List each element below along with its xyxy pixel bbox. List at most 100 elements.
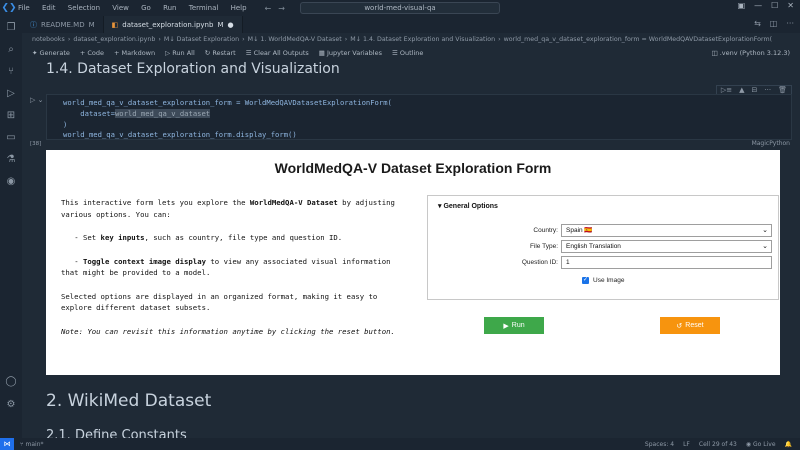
question-id-input[interactable]: 1 — [561, 256, 772, 269]
filetype-label: File Type: — [529, 243, 558, 250]
command-center-search[interactable]: world-med-visual-qa — [300, 2, 500, 14]
back-arrow-icon[interactable]: ← — [265, 4, 272, 13]
execute-above-icon[interactable]: ▲ — [739, 86, 744, 94]
tab-readme[interactable]: ⓘ README.MD M — [22, 16, 104, 33]
breadcrumb-item[interactable]: M↓ 1. WorldMedQA-V Dataset — [248, 36, 342, 43]
panel-title[interactable]: ▾ General Options — [438, 202, 498, 210]
country-row: Country: Spain 🇪🇸 ⌄ — [428, 224, 780, 237]
breadcrumb: notebooks › dataset_exploration.ipynb › M↓… — [32, 36, 773, 43]
go-live-button[interactable]: ◉ Go Live — [746, 441, 776, 448]
branch-indicator[interactable]: ⑂ main* — [20, 441, 44, 448]
reset-icon: ↺ — [676, 322, 683, 330]
cell-language[interactable]: MagicPython — [752, 140, 790, 147]
cell-output: WorldMedQA-V Dataset Exploration Form Th… — [46, 150, 780, 375]
run-all-button[interactable]: ▷ Run All — [165, 49, 195, 57]
use-image-checkbox[interactable]: ✓ Use Image — [582, 277, 624, 284]
menu-file[interactable]: File — [18, 4, 30, 12]
notifications-bell-icon[interactable]: 🔔 — [785, 441, 792, 448]
explorer-icon[interactable]: ❐ — [7, 22, 16, 33]
generate-button[interactable]: ✦ Generate — [32, 49, 70, 57]
jupyter-variables-button[interactable]: ▦ Jupyter Variables — [319, 49, 382, 57]
compare-icon[interactable]: ⇆ — [754, 19, 761, 28]
account-icon[interactable]: ◯ — [5, 376, 16, 387]
breadcrumb-item[interactable]: dataset_exploration.ipynb — [73, 36, 155, 43]
title-bar: ❮❯ File Edit Selection View Go Run Termi… — [0, 0, 800, 16]
forward-arrow-icon[interactable]: → — [278, 4, 285, 13]
country-select[interactable]: Spain 🇪🇸 ⌄ — [561, 224, 772, 237]
caret-down-icon: ▾ — [438, 203, 442, 210]
run-button[interactable]: ▶ Run — [484, 317, 544, 334]
breadcrumb-item[interactable]: M↓ 1.4. Dataset Exploration and Visualiz… — [350, 36, 495, 43]
country-label: Country: — [533, 227, 558, 234]
restart-button[interactable]: ↻ Restart — [205, 49, 236, 57]
code-editor[interactable]: world_med_qa_v_dataset_exploration_form … — [63, 98, 392, 141]
status-bar: ⋈ ⑂ main* Spaces: 4 LF Cell 29 of 43 ◉ G… — [0, 438, 800, 450]
breadcrumb-item[interactable]: notebooks — [32, 36, 65, 43]
form-description: This interactive form lets you explore t… — [61, 197, 406, 349]
clear-outputs-button[interactable]: ☰ Clear All Outputs — [246, 49, 309, 57]
menu-help[interactable]: Help — [231, 4, 247, 12]
menu-terminal[interactable]: Terminal — [189, 4, 219, 12]
close-tab-icon[interactable]: ● — [228, 21, 234, 29]
close-icon[interactable]: ✕ — [787, 1, 794, 10]
split-cell-icon[interactable]: ⊟ — [752, 86, 758, 94]
more-actions-icon[interactable]: ··· — [786, 19, 794, 28]
tab-actions: ⇆ ◫ ··· — [754, 19, 794, 28]
tab-label: README.MD — [41, 20, 85, 29]
heading-wikimed: 2. WikiMed Dataset — [46, 391, 212, 411]
menu-bar: File Edit Selection View Go Run Terminal… — [18, 4, 257, 12]
filetype-select[interactable]: English Translation ⌄ — [561, 240, 772, 253]
menu-run[interactable]: Run — [163, 4, 176, 12]
breadcrumb-item[interactable]: M↓ Dataset Exploration — [164, 36, 239, 43]
remote-indicator-icon[interactable]: ⋈ — [0, 438, 14, 450]
delete-cell-icon[interactable]: 🗑 — [778, 86, 787, 94]
tab-notebook[interactable]: ◧ dataset_exploration.ipynb M ● — [103, 16, 243, 33]
split-editor-icon[interactable]: ◫ — [770, 19, 778, 28]
history-nav: ← → — [265, 4, 285, 13]
search-label: world-med-visual-qa — [364, 4, 436, 12]
menu-go[interactable]: Go — [141, 4, 151, 12]
minimize-icon[interactable]: — — [754, 1, 762, 10]
remote-explorer-icon[interactable]: ▭ — [6, 132, 15, 143]
activity-bar: ❐ ⌕ ⑂ ▷ ⊞ ▭ ⚗ ◉ ◯ ⚙ — [0, 16, 22, 438]
layout-icon[interactable]: ▣ — [738, 1, 746, 10]
indentation-status[interactable]: Spaces: 4 — [645, 441, 674, 448]
note-paragraph: Note: You can revisit this information a… — [61, 326, 395, 336]
code-line: world_med_qa_v_dataset_exploration_form.… — [63, 130, 297, 140]
checkmark-icon: ✓ — [582, 277, 589, 284]
add-code-button[interactable]: + Code — [80, 49, 104, 57]
bullet-toggle-image: - Toggle context image display to view a… — [61, 256, 391, 278]
cell-position-status[interactable]: Cell 29 of 43 — [699, 441, 737, 448]
kernel-picker[interactable]: ◫ .venv (Python 3.12.3) — [711, 49, 790, 57]
play-icon: ▶ — [503, 322, 509, 330]
settings-gear-icon[interactable]: ⚙ — [7, 399, 16, 410]
testing-icon[interactable]: ⚗ — [7, 154, 16, 165]
code-line: dataset= — [63, 108, 115, 118]
run-by-line-icon[interactable]: ▷≡ — [721, 86, 732, 94]
execution-count: [38] — [30, 141, 42, 147]
run-debug-icon[interactable]: ▷ — [7, 88, 15, 99]
search-icon[interactable]: ⌕ — [8, 44, 14, 55]
code-line: ) — [63, 119, 68, 129]
extensions-icon[interactable]: ⊞ — [7, 110, 15, 121]
reset-button[interactable]: ↺ Reset — [660, 317, 720, 334]
editor-tabs: ⓘ README.MD M ◧ dataset_exploration.ipyn… — [22, 16, 800, 33]
summary-paragraph: Selected options are displayed in an org… — [61, 291, 378, 313]
cell-more-icon[interactable]: ··· — [764, 86, 771, 94]
outline-button[interactable]: ☰ Outline — [392, 49, 423, 57]
menu-edit[interactable]: Edit — [42, 4, 56, 12]
menu-selection[interactable]: Selection — [68, 4, 100, 12]
breadcrumb-item[interactable]: world_med_qa_v_dataset_exploration_form … — [504, 36, 773, 43]
kubernetes-icon[interactable]: ◉ — [7, 176, 16, 187]
add-markdown-button[interactable]: + Markdown — [114, 49, 155, 57]
eol-status[interactable]: LF — [683, 441, 690, 448]
maximize-icon[interactable]: ☐ — [771, 1, 778, 10]
chevron-down-icon: ⌄ — [762, 243, 768, 250]
tab-label: dataset_exploration.ipynb — [122, 20, 214, 29]
general-options-panel: ▾ General Options Country: Spain 🇪🇸 ⌄ Fil… — [427, 195, 779, 300]
run-cell-icon[interactable]: ▷ ⌄ — [30, 96, 43, 104]
source-control-icon[interactable]: ⑂ — [8, 66, 14, 77]
menu-view[interactable]: View — [112, 4, 129, 12]
heading-define-constants: 2.1. Define Constants — [46, 428, 187, 438]
bullet-key-inputs: - Set key inputs, such as country, file … — [74, 233, 343, 242]
